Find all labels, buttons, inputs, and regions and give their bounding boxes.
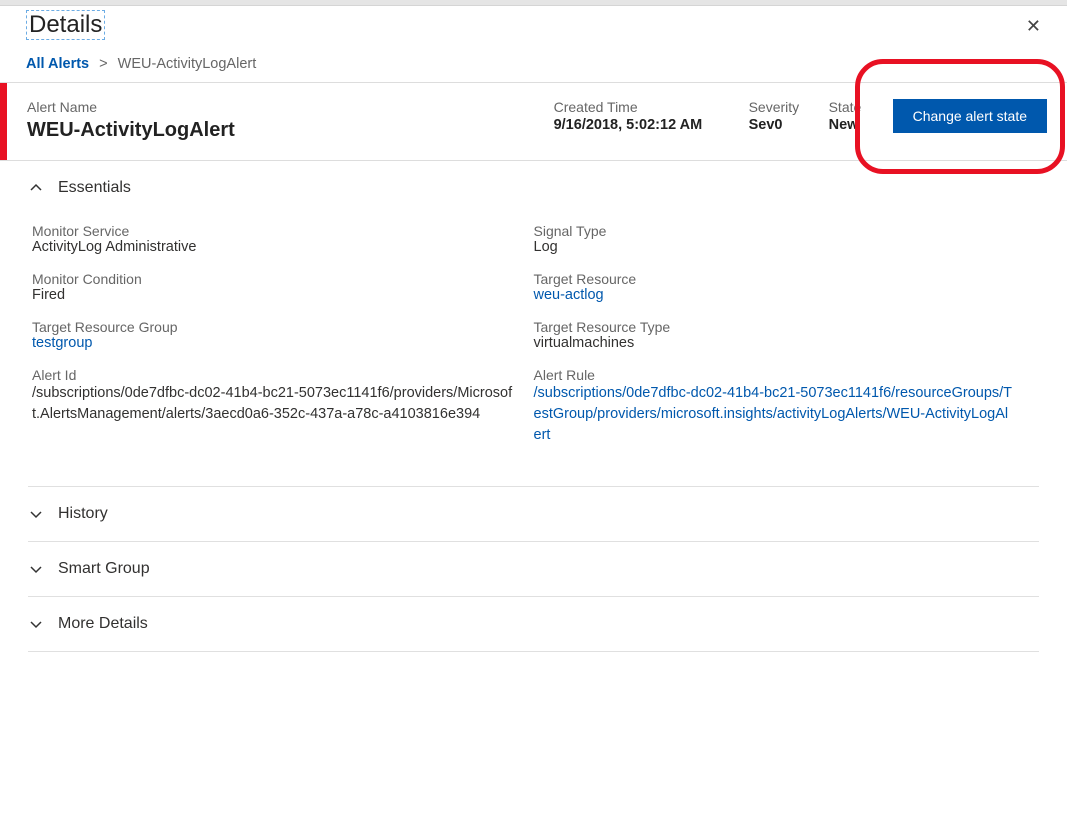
state-label: State — [829, 99, 879, 115]
alert-id-label: Alert Id — [32, 367, 514, 383]
change-alert-state-button[interactable]: Change alert state — [893, 99, 1047, 133]
alert-id-value: /subscriptions/0de7dfbc-dc02-41b4-bc21-5… — [32, 383, 514, 425]
essentials-body: Monitor Service ActivityLog Administrati… — [28, 205, 1039, 487]
monitor-condition-value: Fired — [32, 287, 514, 303]
monitor-service-value: ActivityLog Administrative — [32, 239, 514, 255]
section-history-header[interactable]: History — [28, 487, 1039, 542]
target-resource-type-label: Target Resource Type — [534, 319, 1016, 335]
section-history-title: History — [58, 505, 108, 523]
target-resource-group-label: Target Resource Group — [32, 319, 514, 335]
chevron-up-icon — [28, 182, 44, 194]
section-more-details-header[interactable]: More Details — [28, 597, 1039, 652]
section-smart-group-header[interactable]: Smart Group — [28, 542, 1039, 597]
alert-rule-link[interactable]: /subscriptions/0de7dfbc-dc02-41b4-bc21-5… — [534, 383, 1016, 446]
created-time-value: 9/16/2018, 5:02:12 AM — [554, 117, 749, 133]
chevron-down-icon — [28, 618, 44, 630]
section-essentials-title: Essentials — [58, 179, 131, 197]
breadcrumb: All Alerts > WEU-ActivityLogAlert — [0, 40, 1067, 82]
target-resource-label: Target Resource — [534, 271, 1016, 287]
severity-label: Severity — [749, 99, 829, 115]
chevron-down-icon — [28, 563, 44, 575]
breadcrumb-separator: > — [99, 56, 107, 72]
breadcrumb-current: WEU-ActivityLogAlert — [118, 56, 257, 72]
target-resource-link[interactable]: weu-actlog — [534, 287, 1016, 303]
signal-type-label: Signal Type — [534, 223, 1016, 239]
monitor-condition-label: Monitor Condition — [32, 271, 514, 287]
breadcrumb-all-alerts[interactable]: All Alerts — [26, 56, 89, 72]
section-essentials-header[interactable]: Essentials — [28, 161, 1039, 205]
section-smart-group-title: Smart Group — [58, 560, 150, 578]
section-more-details-title: More Details — [58, 615, 148, 633]
chevron-down-icon — [28, 508, 44, 520]
signal-type-value: Log — [534, 239, 1016, 255]
monitor-service-label: Monitor Service — [32, 223, 514, 239]
summary-bar: Alert Name WEU-ActivityLogAlert Created … — [0, 83, 1067, 160]
created-time-label: Created Time — [554, 99, 749, 115]
alert-name-label: Alert Name — [27, 99, 554, 115]
page-title: Details — [26, 10, 105, 40]
target-resource-group-link[interactable]: testgroup — [32, 335, 514, 351]
state-value: New — [829, 117, 879, 133]
alert-rule-label: Alert Rule — [534, 367, 1016, 383]
alert-name-value: WEU-ActivityLogAlert — [27, 119, 554, 142]
target-resource-type-value: virtualmachines — [534, 335, 1016, 351]
severity-value: Sev0 — [749, 117, 829, 133]
close-icon[interactable]: ✕ — [1026, 10, 1051, 37]
